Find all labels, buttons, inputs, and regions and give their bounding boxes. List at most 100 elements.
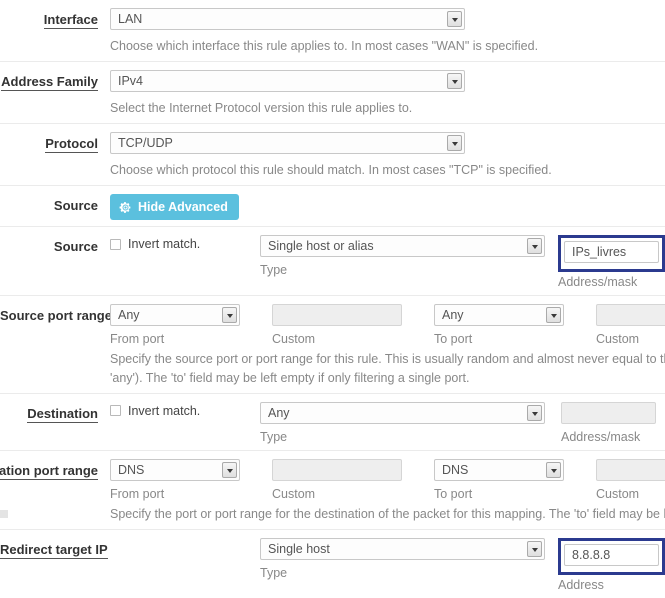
destination-port-range-help-line1: Specify the port or port range for the d… [110,506,665,521]
chevron-down-icon[interactable] [546,461,561,478]
gear-icon [119,201,132,214]
source-advanced-label: Source [53,198,98,214]
destination-from-custom-sublabel: Custom [272,486,316,501]
destination-from-port-sublabel: From port [110,486,165,501]
destination-address-input[interactable] [561,401,656,424]
address-family-label: Address Family [1,74,98,92]
source-from-custom-input[interactable] [272,304,402,327]
destination-port-range-help: Specify the port or port range for the d… [110,505,665,523]
source-address-highlight: IPs_livres [558,235,665,273]
source-type-value: Single host or alias [268,239,374,254]
source-from-custom-field: Custom [272,304,402,346]
destination-type-sublabel: Type [260,429,288,444]
destination-to-port-field: DNS To port [434,458,564,501]
source-address-sublabel: Address/mask [558,275,638,290]
source-address-field: IPs_livres Address/mask [558,235,665,289]
protocol-help: Choose which protocol this rule should m… [110,163,552,178]
source-port-range-fields: Any From port Custom Any To port Custom … [110,304,665,386]
destination-invert-label: Invert match. [128,403,201,418]
chevron-down-icon[interactable] [527,540,542,557]
destination-from-custom-field: Custom [272,458,402,501]
chevron-down-icon[interactable] [546,307,561,324]
source-to-port-value: Any [442,308,464,323]
redirect-type-select[interactable]: Single host [260,537,545,560]
protocol-label-cell: Protocol [0,132,110,154]
source-type-field: Single host or alias Type [260,235,548,277]
address-family-help: Select the Internet Protocol version thi… [110,101,413,116]
source-port-range-label-cell: Source port range [0,304,112,324]
destination-address-field: Address/mask [558,401,656,444]
form-row-source-port-range: Source port range Any From port Custom A… [0,295,665,392]
address-family-field: IPv4 [110,70,465,95]
source-advanced-fields: Hide Advanced [110,194,665,221]
chevron-down-icon[interactable] [222,461,237,478]
address-family-label-cell: Address Family [0,70,110,92]
destination-invert-match[interactable]: Invert match. [110,402,260,418]
source-invert-match[interactable]: Invert match. [110,235,260,251]
redirect-address-input[interactable]: 8.8.8.8 [564,543,659,566]
chevron-down-icon[interactable] [527,238,542,255]
redirect-address-highlight: 8.8.8.8 [558,537,665,575]
source-invert-label: Invert match. [128,237,201,252]
destination-to-port-sublabel: To port [434,486,473,501]
interface-select[interactable]: LAN [110,8,465,30]
source-port-range-help: Specify the source port or port range fo… [110,350,665,386]
source-address-input[interactable]: IPs_livres [564,241,659,264]
destination-to-port-select[interactable]: DNS [434,458,564,481]
source-invert-checkbox[interactable] [110,238,121,250]
source-from-port-field: Any From port [110,304,240,346]
source-from-port-select[interactable]: Any [110,304,240,327]
destination-port-range-fields: DNS From port Custom DNS To port Custom … [110,458,665,523]
interface-field: LAN [110,8,465,33]
firewall-rule-form: Interface LAN Choose which interface thi… [0,0,665,598]
source-from-custom-sublabel: Custom [272,332,316,347]
redirect-target-ip-label: Redirect target IP [0,541,108,559]
protocol-field: TCP/UDP [110,132,465,157]
redirect-target-ip-fields: Single host Type 8.8.8.8 Address [110,537,665,592]
form-row-source-advanced: Source Hide Advanced [0,185,665,226]
source-to-custom-input[interactable] [596,304,665,327]
destination-to-custom-field: Custom [596,458,665,501]
source-label: Source [53,239,98,255]
source-to-port-sublabel: To port [434,332,473,347]
redirect-type-field: Single host Type [260,537,548,580]
form-row-interface: Interface LAN Choose which interface thi… [0,0,665,61]
page-edge-artifact [0,510,8,518]
address-family-fields: IPv4 Select the Internet Protocol versio… [110,70,665,117]
address-family-select-value: IPv4 [118,74,144,89]
redirect-address-field: 8.8.8.8 Address [558,537,665,592]
destination-from-port-select[interactable]: DNS [110,458,240,481]
source-type-select[interactable]: Single host or alias [260,235,545,258]
chevron-down-icon[interactable] [447,135,462,152]
form-row-address-family: Address Family IPv4 Select the Internet … [0,61,665,123]
destination-from-port-field: DNS From port [110,458,240,501]
interface-label: Interface [43,12,98,29]
address-family-select[interactable]: IPv4 [110,70,465,93]
protocol-fields: TCP/UDP Choose which protocol this rule … [110,132,665,179]
destination-fields: Invert match. Any Type Address/mask [110,401,665,444]
source-label-cell: Source [0,235,110,255]
protocol-label: Protocol [45,136,98,154]
form-row-redirect-target-ip: Redirect target IP Single host Type 8.8.… [0,528,665,598]
hide-advanced-button[interactable]: Hide Advanced [110,194,239,221]
chevron-down-icon[interactable] [447,73,462,90]
chevron-down-icon[interactable] [222,307,237,324]
protocol-select-value: TCP/UDP [118,136,173,151]
destination-label-cell: Destination [0,402,110,423]
form-row-source: Source Invert match. Single host or alia… [0,226,665,295]
source-to-port-field: Any To port [434,304,564,346]
destination-type-field: Any Type [260,401,548,444]
source-to-custom-field: Custom [596,304,665,346]
destination-to-custom-input[interactable] [596,458,665,481]
destination-from-custom-input[interactable] [272,458,402,481]
source-to-port-select[interactable]: Any [434,304,564,327]
destination-invert-checkbox[interactable] [110,405,121,417]
chevron-down-icon[interactable] [527,404,542,421]
form-row-protocol: Protocol TCP/UDP Choose which protocol t… [0,123,665,185]
source-type-sublabel: Type [260,263,288,278]
destination-port-range-label-cell: stination port range [0,459,110,480]
protocol-select[interactable]: TCP/UDP [110,132,465,155]
destination-type-select[interactable]: Any [260,401,545,424]
source-advanced-label-cell: Source [0,194,110,214]
chevron-down-icon[interactable] [447,11,462,27]
